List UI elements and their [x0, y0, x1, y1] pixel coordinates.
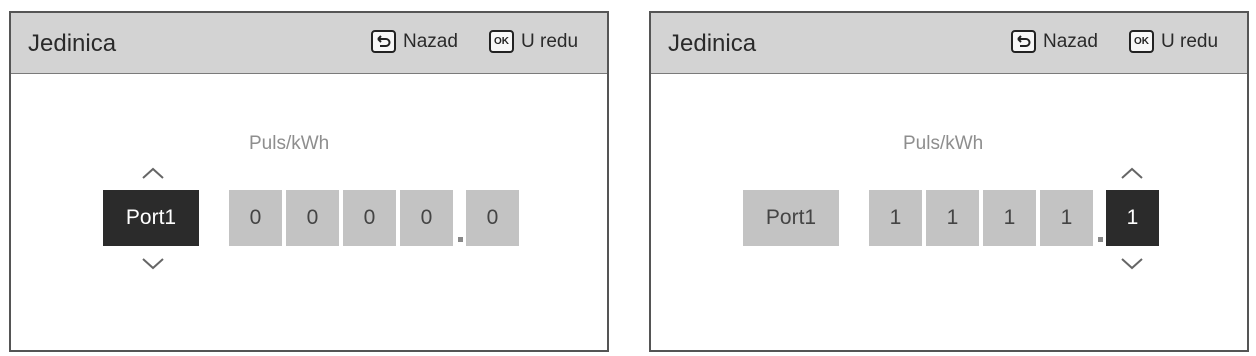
- digit-field-4[interactable]: 1: [1040, 190, 1093, 246]
- digit-field-1[interactable]: 1: [869, 190, 922, 246]
- digit-field-1[interactable]: 0: [229, 190, 282, 246]
- unit-settings-panel: Jedinica Nazad OK U redu Puls/kWh Port1 …: [649, 11, 1249, 352]
- digit-field-3[interactable]: 0: [343, 190, 396, 246]
- digit-field-5[interactable]: 0: [466, 190, 519, 246]
- decimal-point: [458, 237, 463, 242]
- panel-title: Jedinica: [668, 30, 757, 57]
- panel-title: Jedinica: [28, 30, 117, 57]
- ok-label: U redu: [1161, 30, 1219, 52]
- panel-header: Jedinica Nazad OK U redu: [651, 13, 1247, 74]
- panel-header: Jedinica Nazad OK U redu: [11, 13, 607, 74]
- back-button[interactable]: Nazad: [371, 30, 458, 53]
- chevron-down-icon[interactable]: [1119, 257, 1145, 271]
- unit-settings-panel: Jedinica Nazad OK U redu Puls/kWh Port1 …: [9, 11, 609, 352]
- port-selector[interactable]: Port1: [103, 190, 199, 246]
- back-arrow-icon: [1011, 30, 1036, 53]
- back-label: Nazad: [403, 30, 458, 52]
- digit-field-2[interactable]: 0: [286, 190, 339, 246]
- chevron-up-icon[interactable]: [1119, 166, 1145, 180]
- ok-icon: OK: [1129, 30, 1154, 53]
- ok-button[interactable]: OK U redu: [489, 30, 578, 53]
- back-button[interactable]: Nazad: [1011, 30, 1098, 53]
- unit-label: Puls/kWh: [249, 133, 330, 154]
- back-arrow-icon: [371, 30, 396, 53]
- digit-field-3[interactable]: 1: [983, 190, 1036, 246]
- ok-label: U redu: [521, 30, 579, 52]
- port-selector[interactable]: Port1: [743, 190, 839, 246]
- back-label: Nazad: [1043, 30, 1098, 52]
- digit-field-2[interactable]: 1: [926, 190, 979, 246]
- chevron-down-icon[interactable]: [140, 257, 166, 271]
- digit-field-4[interactable]: 0: [400, 190, 453, 246]
- unit-label: Puls/kWh: [903, 133, 984, 154]
- digit-field-5[interactable]: 1: [1106, 190, 1159, 246]
- ok-button[interactable]: OK U redu: [1129, 30, 1218, 53]
- decimal-point: [1098, 237, 1103, 242]
- chevron-up-icon[interactable]: [140, 166, 166, 180]
- ok-icon: OK: [489, 30, 514, 53]
